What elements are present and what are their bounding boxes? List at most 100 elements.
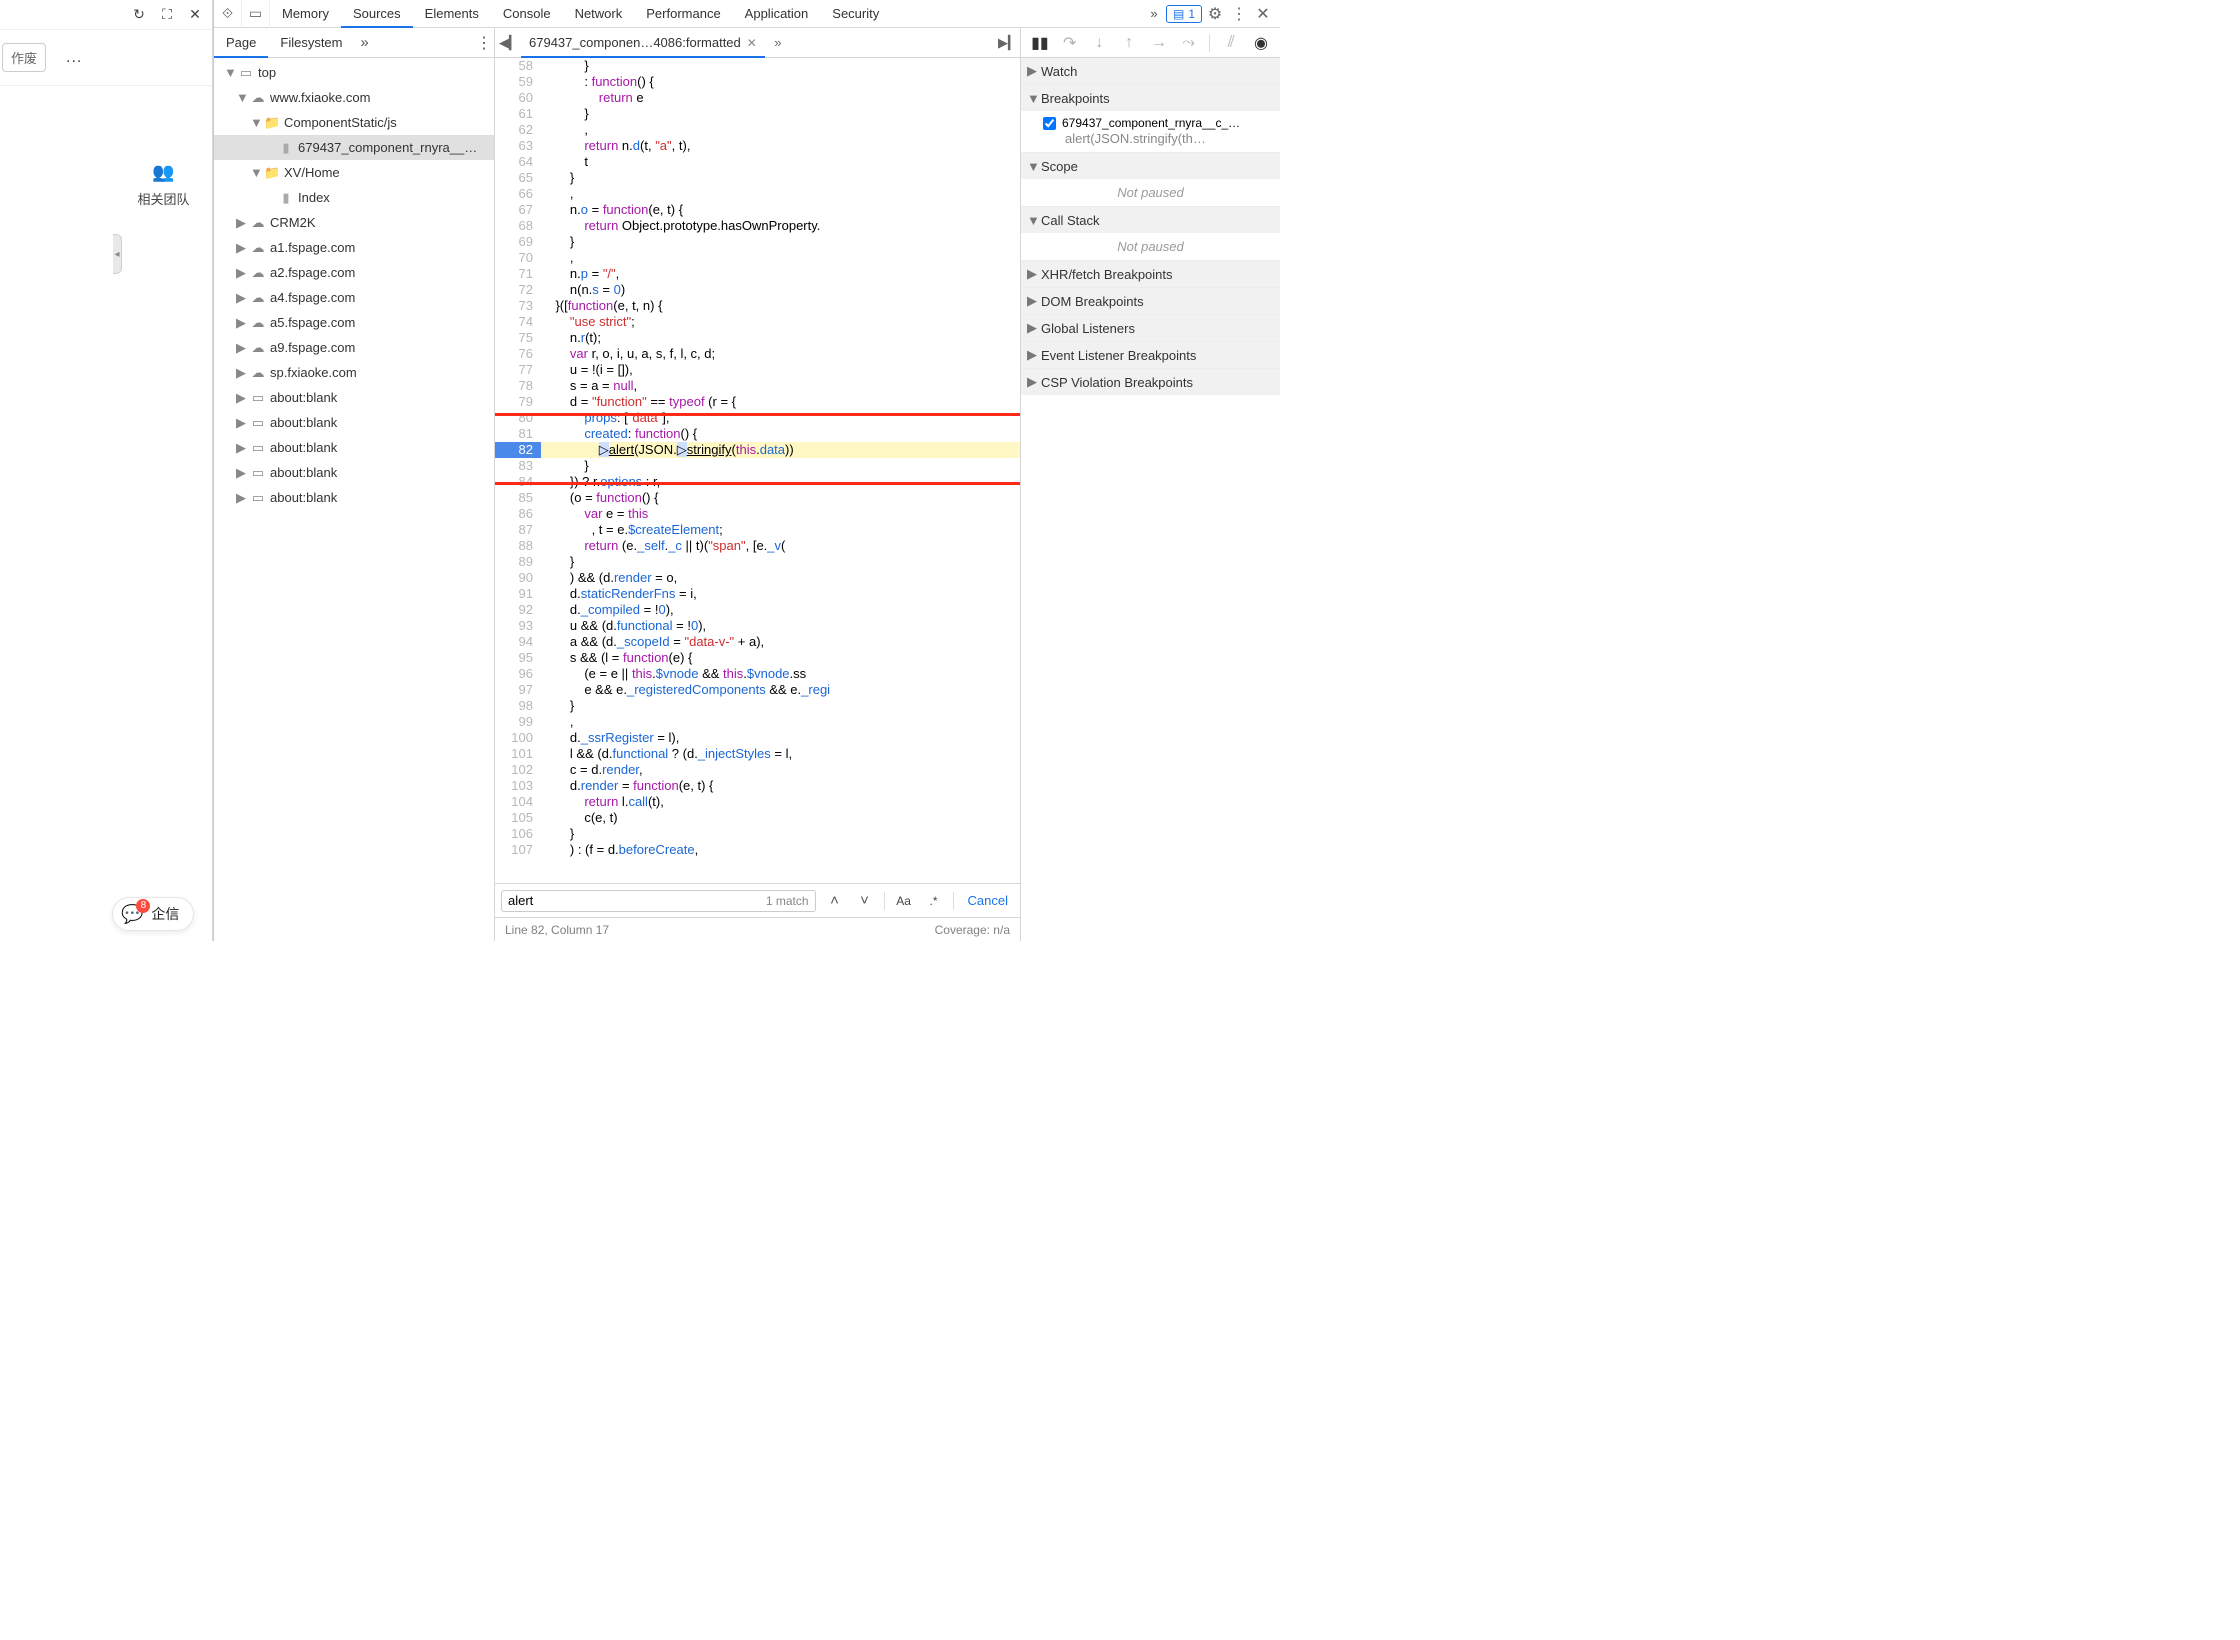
code-line[interactable]: 74 "use strict"; — [495, 314, 1020, 330]
search-case-toggle[interactable]: Aa — [893, 894, 915, 908]
search-cancel-button[interactable]: Cancel — [962, 893, 1014, 908]
search-regex-toggle[interactable]: .* — [923, 894, 945, 908]
pause-icon[interactable]: ▮▮ — [1029, 33, 1051, 53]
editor-history-back-icon[interactable]: ◀▎ — [499, 35, 517, 51]
async-toggle-icon[interactable]: ⫽ — [1220, 34, 1242, 52]
pause-exceptions-icon[interactable]: ◉ — [1250, 33, 1272, 53]
code-line[interactable]: 71 n.p = "/", — [495, 266, 1020, 282]
editor-tab-close-icon[interactable]: ✕ — [747, 36, 757, 50]
devtools-tab-elements[interactable]: Elements — [413, 0, 491, 27]
tree-item[interactable]: ▶▭about:blank — [214, 410, 494, 435]
navtab-page[interactable]: Page — [214, 28, 268, 57]
search-prev-icon[interactable]: ˄ — [824, 890, 846, 912]
close-icon[interactable]: ✕ — [186, 6, 204, 23]
tree-item[interactable]: ▶☁a9.fspage.com — [214, 335, 494, 360]
tree-item[interactable]: ▶☁CRM2K — [214, 210, 494, 235]
code-line[interactable]: 70 , — [495, 250, 1020, 266]
tree-item[interactable]: ▮Index — [214, 185, 494, 210]
team-label[interactable]: 相关团队 — [137, 189, 189, 208]
section-xhr[interactable]: ▶XHR/fetch Breakpoints — [1021, 261, 1280, 287]
deactivate-breakpoints-icon[interactable]: ⤳ — [1178, 34, 1200, 52]
code-line[interactable]: 76 var r, o, i, u, a, s, f, l, c, d; — [495, 346, 1020, 362]
step-over-icon[interactable]: ↷ — [1059, 33, 1081, 53]
code-editor[interactable]: 58 }59 : function() {60 return e61 }62 ,… — [495, 58, 1020, 883]
step-icon[interactable]: → — [1148, 34, 1170, 52]
search-input[interactable]: alert 1 match — [501, 890, 816, 912]
section-scope[interactable]: ▼Scope — [1021, 153, 1280, 179]
code-line[interactable]: 61 } — [495, 106, 1020, 122]
code-line[interactable]: 102 c = d.render, — [495, 762, 1020, 778]
code-line[interactable]: 100 d._ssrRegister = l), — [495, 730, 1020, 746]
code-line[interactable]: 60 return e — [495, 90, 1020, 106]
code-line[interactable]: 72 n(n.s = 0) — [495, 282, 1020, 298]
code-line[interactable]: 104 return l.call(t), — [495, 794, 1020, 810]
code-line[interactable]: 90 ) && (d.render = o, — [495, 570, 1020, 586]
code-line[interactable]: 75 n.r(t); — [495, 330, 1020, 346]
navtab-filesystem[interactable]: Filesystem — [268, 28, 354, 57]
section-callstack[interactable]: ▼Call Stack — [1021, 207, 1280, 233]
code-line[interactable]: 99 , — [495, 714, 1020, 730]
code-line[interactable]: 84 }) ? r.options : r, — [495, 474, 1020, 490]
tree-item[interactable]: ▶▭about:blank — [214, 485, 494, 510]
code-line[interactable]: 86 var e = this — [495, 506, 1020, 522]
code-line[interactable]: 96 (e = e || this.$vnode && this.$vnode.… — [495, 666, 1020, 682]
code-line[interactable]: 85 (o = function() { — [495, 490, 1020, 506]
device-toggle-icon[interactable]: ▭ — [242, 0, 270, 28]
step-out-icon[interactable]: ↑ — [1118, 34, 1140, 52]
code-line[interactable]: 98 } — [495, 698, 1020, 714]
code-line[interactable]: 67 n.o = function(e, t) { — [495, 202, 1020, 218]
code-line[interactable]: 65 } — [495, 170, 1020, 186]
section-global[interactable]: ▶Global Listeners — [1021, 315, 1280, 341]
navigator-more-icon[interactable]: ⋮ — [474, 33, 494, 53]
code-line[interactable]: 63 return n.d(t, "a", t), — [495, 138, 1020, 154]
step-into-icon[interactable]: ↓ — [1088, 34, 1110, 52]
kebab-menu-icon[interactable]: ⋮ — [1228, 4, 1250, 24]
devtools-tab-security[interactable]: Security — [820, 0, 891, 27]
code-line[interactable]: 73 }([function(e, t, n) { — [495, 298, 1020, 314]
tree-item[interactable]: ▼▭top — [214, 60, 494, 85]
devtools-tab-sources[interactable]: Sources — [341, 0, 413, 27]
code-line[interactable]: 79 d = "function" == typeof (r = { — [495, 394, 1020, 410]
tree-item[interactable]: ▼☁www.fxiaoke.com — [214, 85, 494, 110]
code-line[interactable]: 82 ▷alert(JSON.▷stringify(this.data)) — [495, 442, 1020, 458]
code-line[interactable]: 77 u = !(i = []), — [495, 362, 1020, 378]
section-watch[interactable]: ▶Watch — [1021, 58, 1280, 84]
settings-gear-icon[interactable]: ⚙ — [1204, 4, 1226, 24]
tree-item[interactable]: ▼📁ComponentStatic/js — [214, 110, 494, 135]
code-line[interactable]: 83 } — [495, 458, 1020, 474]
tree-item[interactable]: ▶▭about:blank — [214, 435, 494, 460]
devtools-tab-network[interactable]: Network — [563, 0, 635, 27]
code-line[interactable]: 103 d.render = function(e, t) { — [495, 778, 1020, 794]
code-line[interactable]: 69 } — [495, 234, 1020, 250]
code-line[interactable]: 107 ) : (f = d.beforeCreate, — [495, 842, 1020, 858]
breakpoint-item[interactable]: 679437_component_rnyra__c_… — [1043, 115, 1274, 131]
code-line[interactable]: 81 created: function() { — [495, 426, 1020, 442]
tree-item[interactable]: ▼📁XV/Home — [214, 160, 494, 185]
code-line[interactable]: 94 a && (d._scopeId = "data-v-" + a), — [495, 634, 1020, 650]
code-line[interactable]: 62 , — [495, 122, 1020, 138]
section-dom[interactable]: ▶DOM Breakpoints — [1021, 288, 1280, 314]
code-line[interactable]: 95 s && (l = function(e) { — [495, 650, 1020, 666]
code-line[interactable]: 105 c(e, t) — [495, 810, 1020, 826]
code-line[interactable]: 78 s = a = null, — [495, 378, 1020, 394]
code-line[interactable]: 88 return (e._self._c || t)("span", [e._… — [495, 538, 1020, 554]
code-line[interactable]: 101 l && (d.functional ? (d._injectStyle… — [495, 746, 1020, 762]
drawer-handle[interactable]: ◂ — [113, 234, 122, 274]
code-line[interactable]: 106 } — [495, 826, 1020, 842]
editor-run-snippet-icon[interactable]: ▶▎ — [998, 35, 1016, 51]
tab-overflow-icon[interactable]: » — [1142, 6, 1166, 21]
devtools-close-icon[interactable]: ✕ — [1252, 4, 1274, 24]
section-event[interactable]: ▶Event Listener Breakpoints — [1021, 342, 1280, 368]
navtab-overflow-icon[interactable]: » — [355, 34, 375, 51]
tree-item[interactable]: ▶☁a5.fspage.com — [214, 310, 494, 335]
reload-icon[interactable]: ↻ — [130, 6, 148, 23]
editor-tab[interactable]: 679437_componen…4086:formatted ✕ — [521, 28, 765, 57]
breakpoint-checkbox[interactable] — [1043, 117, 1056, 130]
search-next-icon[interactable]: ˅ — [854, 890, 876, 912]
code-line[interactable]: 97 e && e._registeredComponents && e._re… — [495, 682, 1020, 698]
code-line[interactable]: 64 t — [495, 154, 1020, 170]
devtools-tab-memory[interactable]: Memory — [270, 0, 341, 27]
discard-button[interactable]: 作废 — [2, 43, 46, 72]
devtools-tab-console[interactable]: Console — [491, 0, 563, 27]
tree-item[interactable]: ▶▭about:blank — [214, 460, 494, 485]
